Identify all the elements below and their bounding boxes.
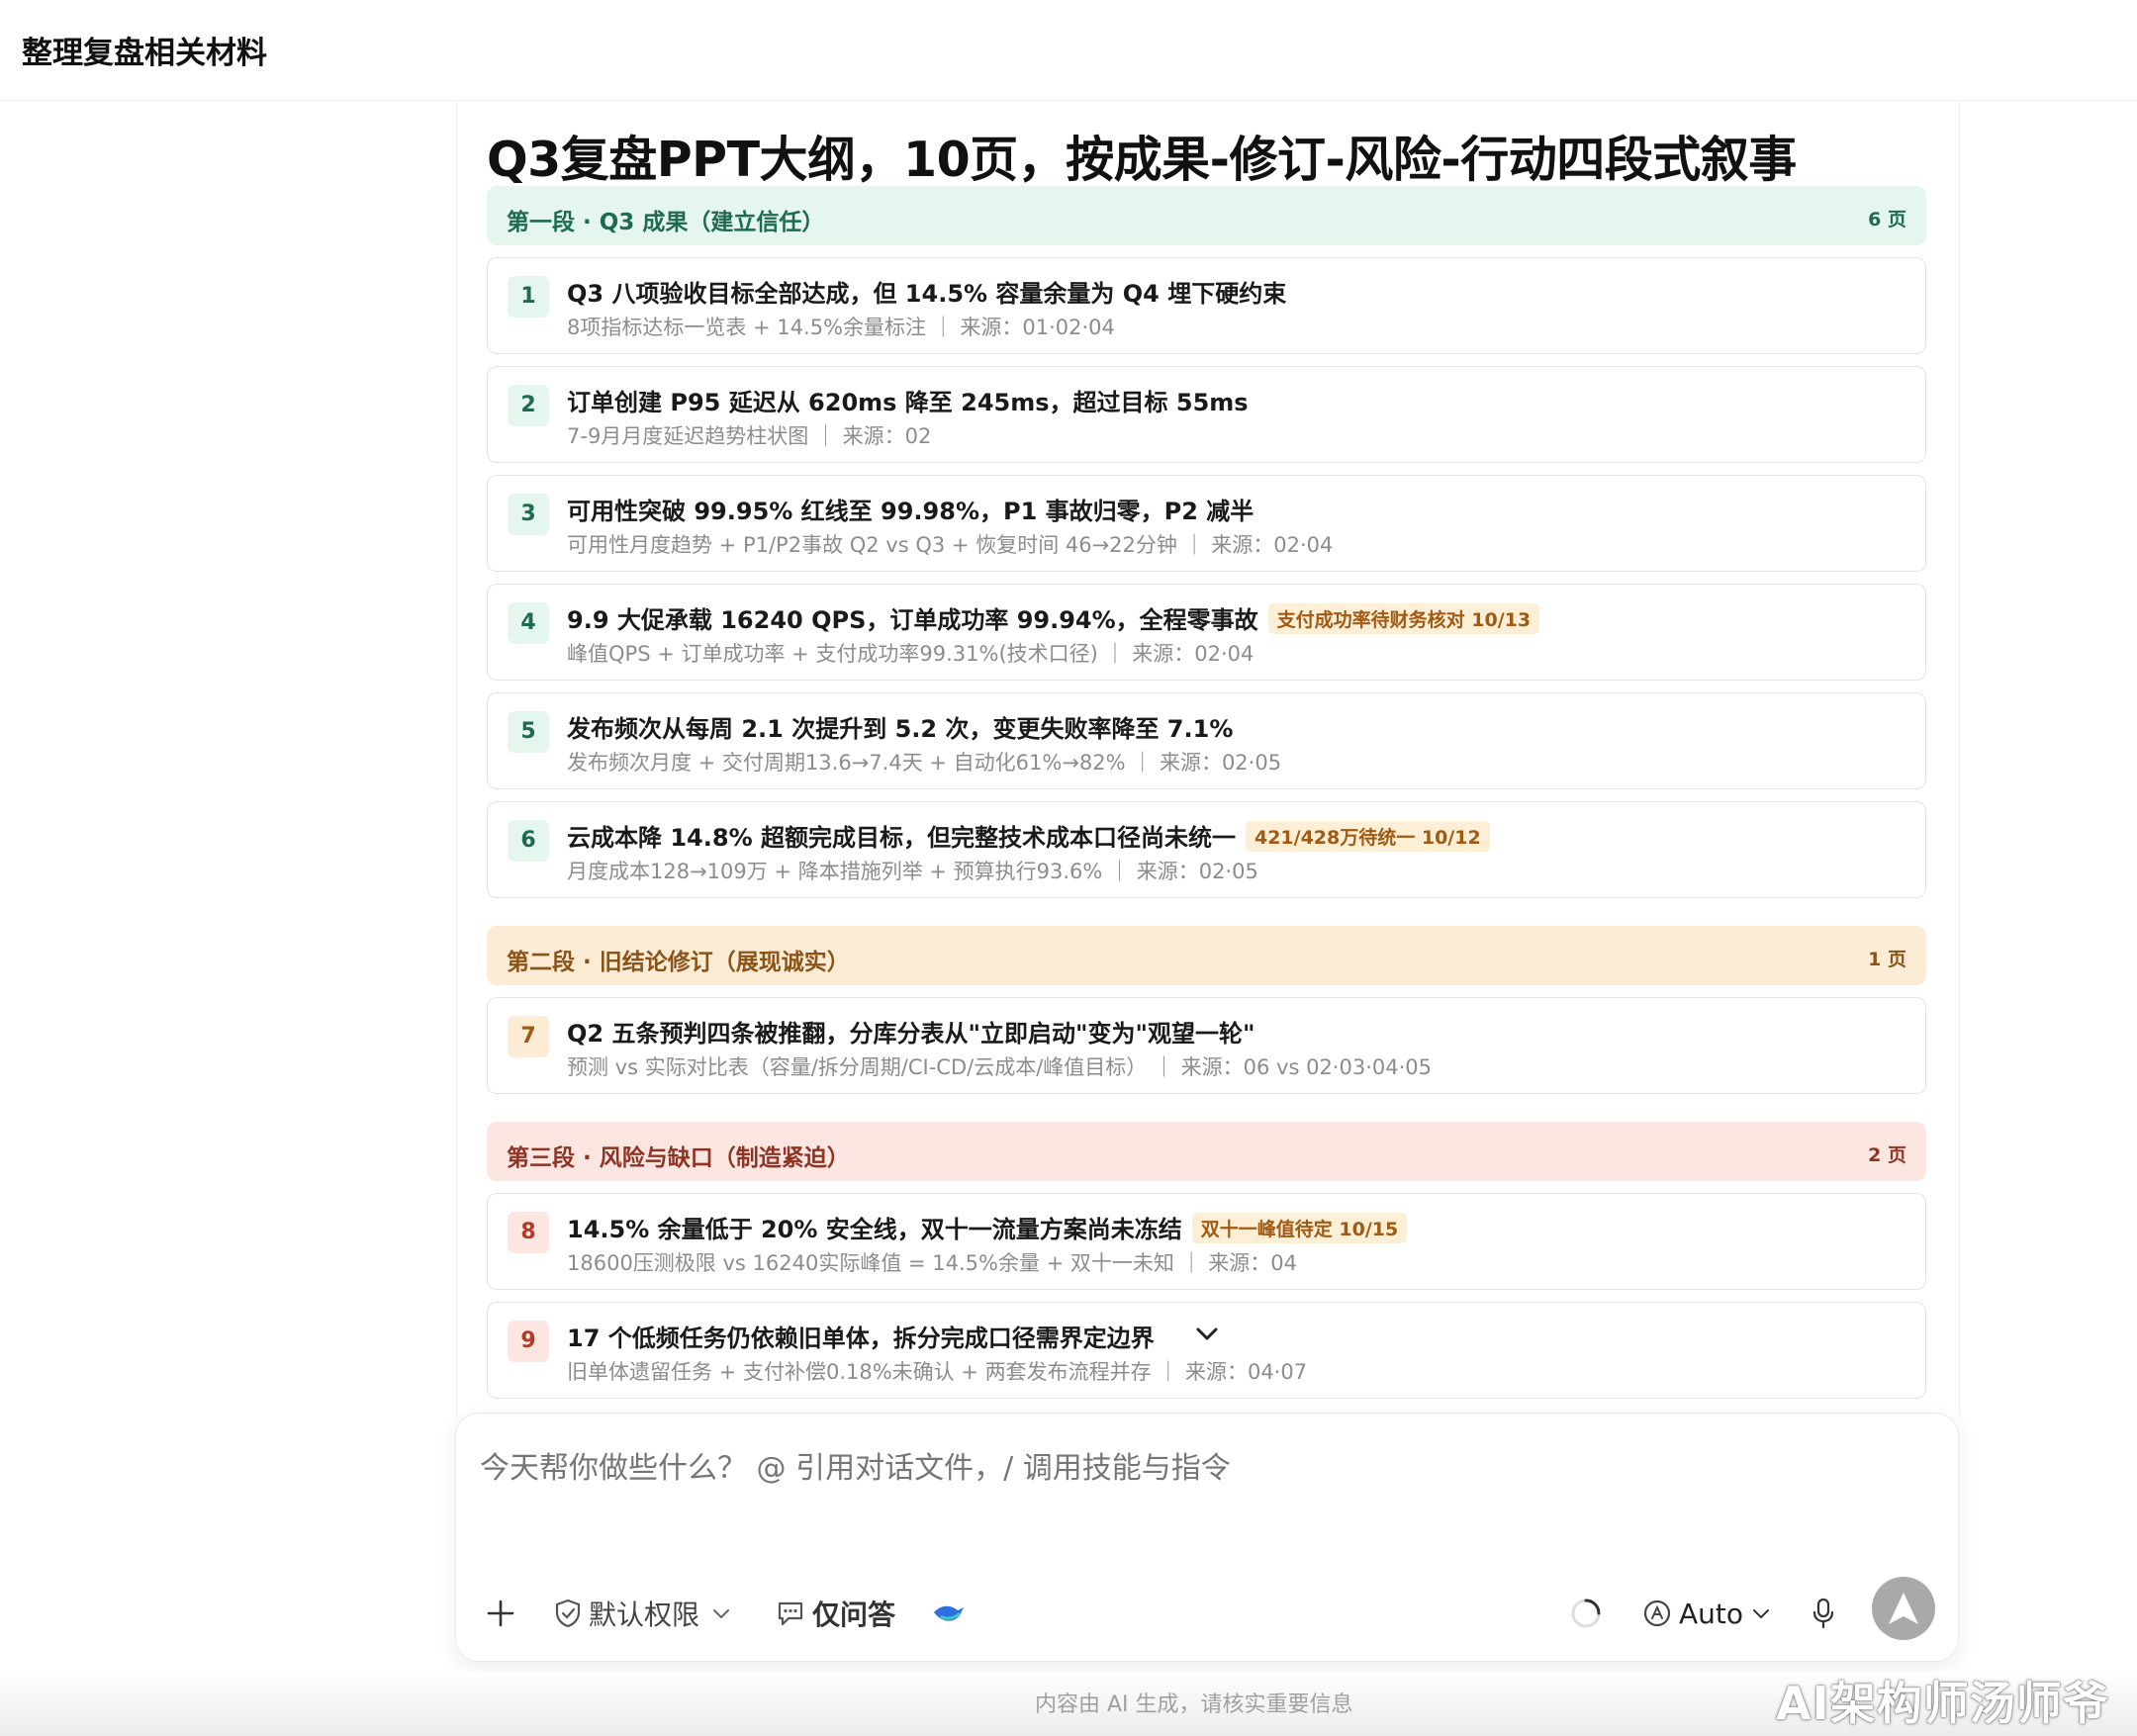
- list-item: 3 可用性突破 99.95% 红线至 99.98%，P1 事故归零，P2 减半 …: [487, 475, 1926, 572]
- list-item: 4 9.9 大促承载 16240 QPS，订单成功率 99.94%，全程零事故支…: [487, 584, 1926, 681]
- item-subtitle: 可用性月度趋势 + P1/P2事故 Q2 vs Q3 + 恢复时间 46→22分…: [567, 533, 1334, 557]
- conversation-title: 整理复盘相关材料: [22, 36, 267, 71]
- section-page-count: 6 页: [1868, 209, 1906, 230]
- item-number: 6: [508, 820, 549, 862]
- item-number: 4: [508, 602, 549, 644]
- list-item: 8 14.5% 余量低于 20% 安全线，双十一流量方案尚未冻结 双十一峰值待定 …: [487, 1193, 1926, 1290]
- section-label: 第二段 · 旧结论修订（展现诚实）: [507, 950, 850, 975]
- list-item: 7 Q2 五条预判四条被推翻，分库分表从"立即启动"变为"观望一轮" 预测 vs…: [487, 997, 1926, 1094]
- bird-logo-icon: [934, 1605, 964, 1621]
- composer: 默认权限 仅问答 Auto: [455, 1413, 1959, 1662]
- top-bar: 整理复盘相关材料: [0, 0, 2137, 101]
- item-title: 9.9 大促承载 16240 QPS，订单成功率 99.94%，全程零事故 支付成…: [567, 600, 1540, 635]
- section-page-count: 1 页: [1868, 949, 1906, 970]
- voice-input-button[interactable]: [1810, 1594, 1837, 1633]
- item-title: Q3 八项验收目标全部达成，但 14.5% 容量余量为 Q4 埋下硬约束: [567, 280, 1287, 308]
- chat-bubble-icon: [778, 1601, 803, 1626]
- item-number: 8: [508, 1212, 549, 1253]
- extension-button[interactable]: [931, 1594, 967, 1633]
- section-header-risks: 第三段 · 风险与缺口（制造紧迫） 2 页: [487, 1122, 1926, 1181]
- item-number: 7: [508, 1016, 549, 1057]
- list-item: 1 Q3 八项验收目标全部达成，但 14.5% 容量余量为 Q4 埋下硬约束 8…: [487, 257, 1926, 354]
- scroll-down-button[interactable]: [1185, 1312, 1229, 1355]
- section-label: 第三段 · 风险与缺口（制造紧迫）: [507, 1145, 850, 1171]
- pending-tag: 421/428万待统一 10/12: [1245, 821, 1490, 852]
- list-item: 5 发布频次从每周 2.1 次提升到 5.2 次，变更失败率降至 7.1% 发布…: [487, 692, 1926, 789]
- item-number: 1: [508, 276, 549, 318]
- item-title: 可用性突破 99.95% 红线至 99.98%，P1 事故归零，P2 减半: [567, 498, 1254, 525]
- item-number: 3: [508, 494, 549, 535]
- item-subtitle: 月度成本128→109万 + 降本措施列举 + 预算执行93.6% ｜ 来源：0…: [567, 860, 1258, 883]
- item-subtitle: 旧单体遗留任务 + 支付补偿0.18%未确认 + 两套发布流程并存 ｜ 来源：0…: [567, 1360, 1308, 1384]
- add-attachment-button[interactable]: [486, 1594, 515, 1633]
- plus-icon: [487, 1599, 514, 1627]
- permission-dropdown[interactable]: 默认权限: [553, 1594, 731, 1633]
- qa-only-label: 仅问答: [812, 1599, 896, 1631]
- item-title: 14.5% 余量低于 20% 安全线，双十一流量方案尚未冻结 双十一峰值待定 10…: [567, 1210, 1408, 1244]
- model-selector[interactable]: Auto: [1641, 1594, 1771, 1633]
- send-button[interactable]: [1872, 1577, 1935, 1640]
- chevron-down-icon: [1753, 1609, 1770, 1619]
- loading-indicator: [1568, 1594, 1604, 1633]
- section-page-count: 2 页: [1868, 1144, 1906, 1166]
- item-title: 17 个低频任务仍依赖旧单体，拆分完成口径需界定边界: [567, 1325, 1155, 1352]
- list-item: 2 订单创建 P95 延迟从 620ms 降至 245ms，超过目标 55ms …: [487, 366, 1926, 463]
- item-title: 发布频次从每周 2.1 次提升到 5.2 次，变更失败率降至 7.1%: [567, 715, 1234, 743]
- item-number: 5: [508, 711, 549, 753]
- model-label: Auto: [1679, 1597, 1744, 1630]
- permission-label: 默认权限: [589, 1599, 700, 1631]
- send-arrow-icon: [1889, 1593, 1918, 1624]
- spinner-icon: [1571, 1599, 1601, 1628]
- item-subtitle: 7-9月月度延迟趋势柱状图 ｜ 来源：02: [567, 424, 932, 448]
- section-label: 第一段 · Q3 成果（建立信任）: [507, 210, 825, 235]
- list-item: 6 云成本降 14.8% 超额完成目标，但完整技术成本口径尚未统一 421/428…: [487, 801, 1926, 898]
- item-title: 云成本降 14.8% 超额完成目标，但完整技术成本口径尚未统一 421/428万待…: [567, 818, 1490, 853]
- message-content: Q3复盘PPT大纲，10页，按成果-修订-风险-行动四段式叙事 第一段 · Q3…: [456, 101, 1960, 1416]
- pending-tag: 双十一峰值待定 10/15: [1191, 1213, 1408, 1243]
- chevron-down-icon: [713, 1609, 730, 1619]
- message-input[interactable]: [480, 1451, 1865, 1486]
- pending-tag: 支付成功率待财务核对 10/13: [1267, 603, 1540, 634]
- shield-check-icon: [555, 1599, 581, 1628]
- item-title: Q2 五条预判四条被推翻，分库分表从"立即启动"变为"观望一轮": [567, 1020, 1255, 1048]
- item-subtitle: 预测 vs 实际对比表（容量/拆分周期/CI-CD/云成本/峰值目标） ｜ 来源…: [567, 1055, 1432, 1079]
- item-subtitle: 18600压测极限 vs 16240实际峰值 = 14.5%余量 + 双十一未知…: [567, 1251, 1298, 1275]
- microphone-icon: [1812, 1598, 1834, 1629]
- item-subtitle: 8项指标达标一览表 + 14.5%余量标注 ｜ 来源：01·02·04: [567, 316, 1115, 339]
- item-title: 订单创建 P95 延迟从 620ms 降至 245ms，超过目标 55ms: [567, 389, 1249, 416]
- chevron-down-icon: [1196, 1327, 1218, 1340]
- item-number: 9: [508, 1321, 549, 1362]
- item-subtitle: 发布频次月度 + 交付周期13.6→7.4天 + 自动化61%→82% ｜ 来源…: [567, 751, 1282, 775]
- outline-title: Q3复盘PPT大纲，10页，按成果-修订-风险-行动四段式叙事: [487, 132, 1797, 188]
- watermark: AI架构师汤师爷: [1776, 1677, 2109, 1730]
- auto-mode-icon: [1643, 1599, 1671, 1627]
- item-subtitle: 峰值QPS + 订单成功率 + 支付成功率99.31%(技术口径) ｜ 来源：0…: [567, 642, 1254, 666]
- section-header-revision: 第二段 · 旧结论修订（展现诚实） 1 页: [487, 926, 1926, 985]
- qa-only-toggle[interactable]: 仅问答: [775, 1594, 895, 1633]
- section-header-results: 第一段 · Q3 成果（建立信任） 6 页: [487, 186, 1926, 245]
- item-number: 2: [508, 385, 549, 426]
